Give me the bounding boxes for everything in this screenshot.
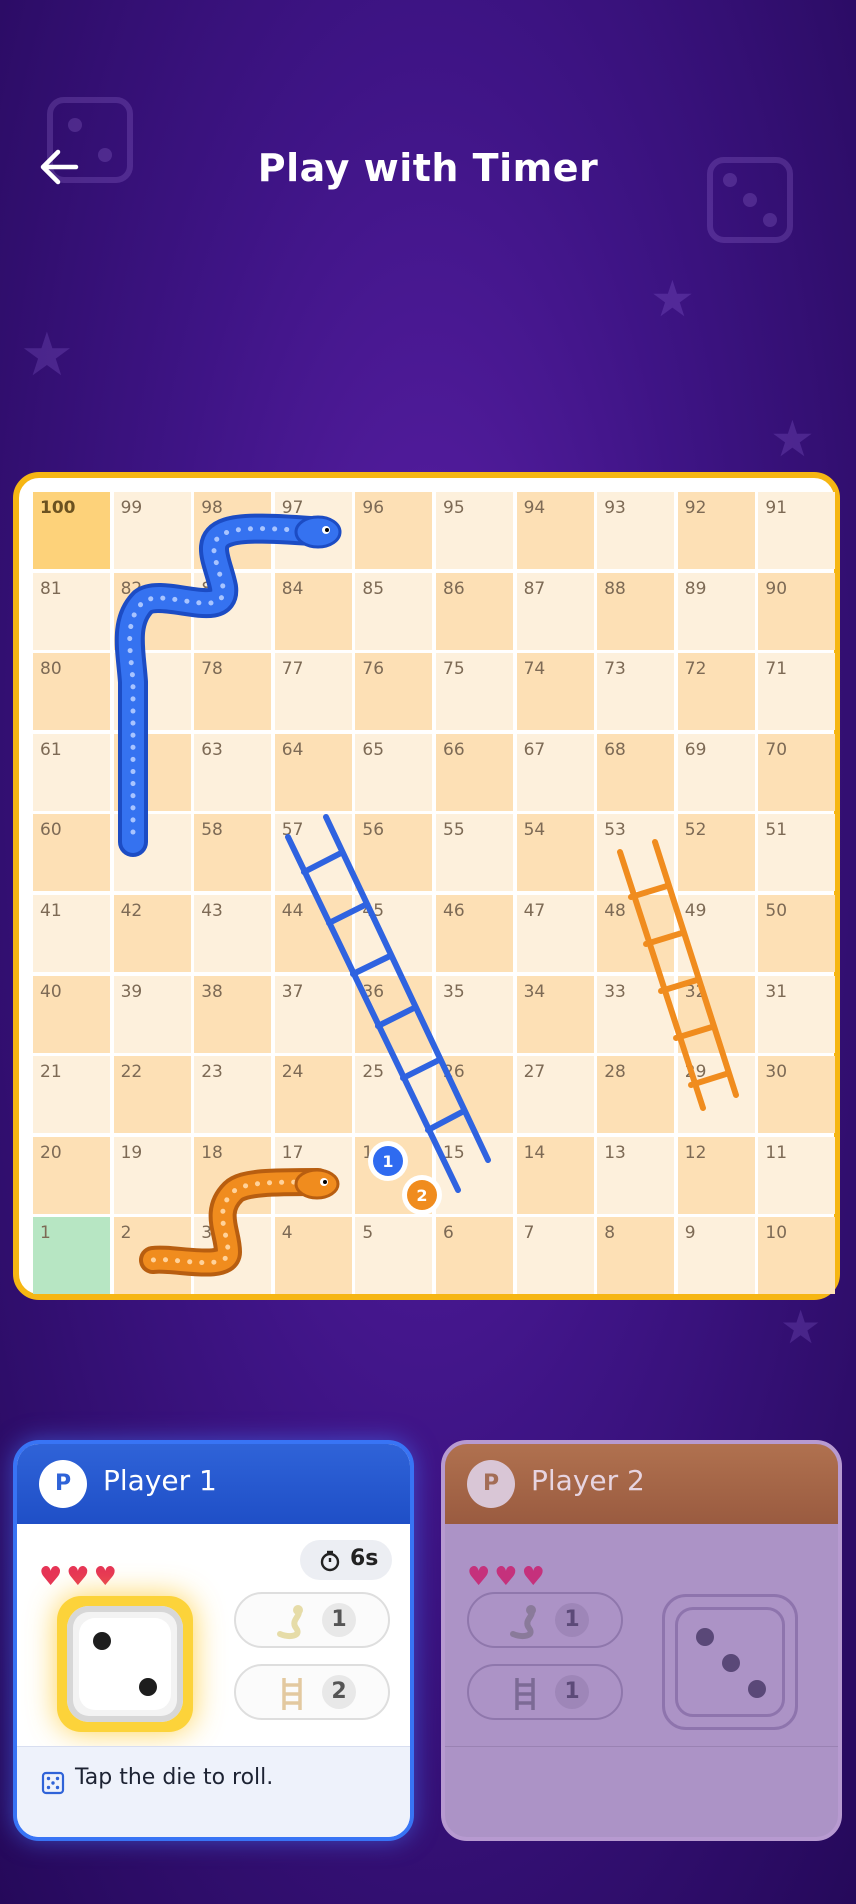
- lives-hearts-icon: ♥♥♥: [39, 1562, 121, 1592]
- snake-count-badge: 1: [467, 1592, 623, 1648]
- hint-text: Tap the die to roll.: [75, 1765, 274, 1790]
- snake-count: 1: [555, 1603, 589, 1637]
- player-1-panel: P Player 1 ♥♥♥ 6s 1 2 Tap the die to rol…: [13, 1440, 414, 1841]
- board-overlay: 1 2: [114, 513, 739, 1277]
- snake-count: 1: [322, 1603, 356, 1637]
- roll-die-button[interactable]: [57, 1596, 193, 1732]
- page-title: Play with Timer: [257, 146, 599, 190]
- player-2-header: P Player 2: [445, 1444, 838, 1524]
- ladder-count: 2: [322, 1675, 356, 1709]
- turn-timer: 6s: [300, 1540, 392, 1580]
- game-board-frame: 100 99 98 97 96 95 94 93 92 91 81 82 83 84 85 86 87 88 89 9…: [13, 472, 840, 1300]
- game-board[interactable]: 100 99 98 97 96 95 94 93 92 91 81 82 83 84 85 86 87 88 89 9…: [33, 492, 836, 1295]
- player-1-header: P Player 1: [17, 1444, 410, 1524]
- header: Play with Timer: [0, 130, 856, 210]
- lives-hearts-icon: ♥♥♥: [467, 1562, 549, 1592]
- hint-bar: [445, 1746, 838, 1837]
- die-face-two-icon: [67, 1606, 183, 1722]
- player-name: Player 1: [103, 1464, 217, 1497]
- snake-icon: [139, 1168, 340, 1277]
- player-2-token-label: 2: [416, 1186, 427, 1205]
- star-decoration-icon: ★: [770, 410, 815, 468]
- star-decoration-icon: ★: [780, 1300, 822, 1354]
- dice-hint-icon: [41, 1771, 65, 1799]
- player-2-panel: P Player 2 ♥♥♥ 1 1: [441, 1440, 842, 1841]
- star-decoration-icon: ★: [650, 270, 695, 328]
- ladder-icon: [617, 839, 739, 1111]
- snake-icon: [114, 513, 342, 857]
- snake-icon: [272, 1602, 312, 1646]
- hint-bar: Tap the die to roll.: [17, 1746, 410, 1837]
- avatar: P: [467, 1460, 515, 1508]
- player-1-token-label: 1: [382, 1152, 393, 1171]
- snake-icon: [505, 1602, 545, 1646]
- ladder-count: 1: [555, 1675, 589, 1709]
- player-name: Player 2: [531, 1464, 645, 1497]
- ladder-count-badge: 1: [467, 1664, 623, 1720]
- ladder-icon: [285, 814, 491, 1193]
- ladder-icon: [505, 1674, 545, 1718]
- snake-count-badge: 1: [234, 1592, 390, 1648]
- die-face-three-icon: [662, 1594, 798, 1730]
- avatar: P: [39, 1460, 87, 1508]
- star-decoration-icon: ★: [20, 320, 74, 390]
- ladder-count-badge: 2: [234, 1664, 390, 1720]
- timer-value: 6s: [350, 1546, 379, 1571]
- stopwatch-icon: [318, 1549, 342, 1579]
- ladder-icon: [272, 1674, 312, 1718]
